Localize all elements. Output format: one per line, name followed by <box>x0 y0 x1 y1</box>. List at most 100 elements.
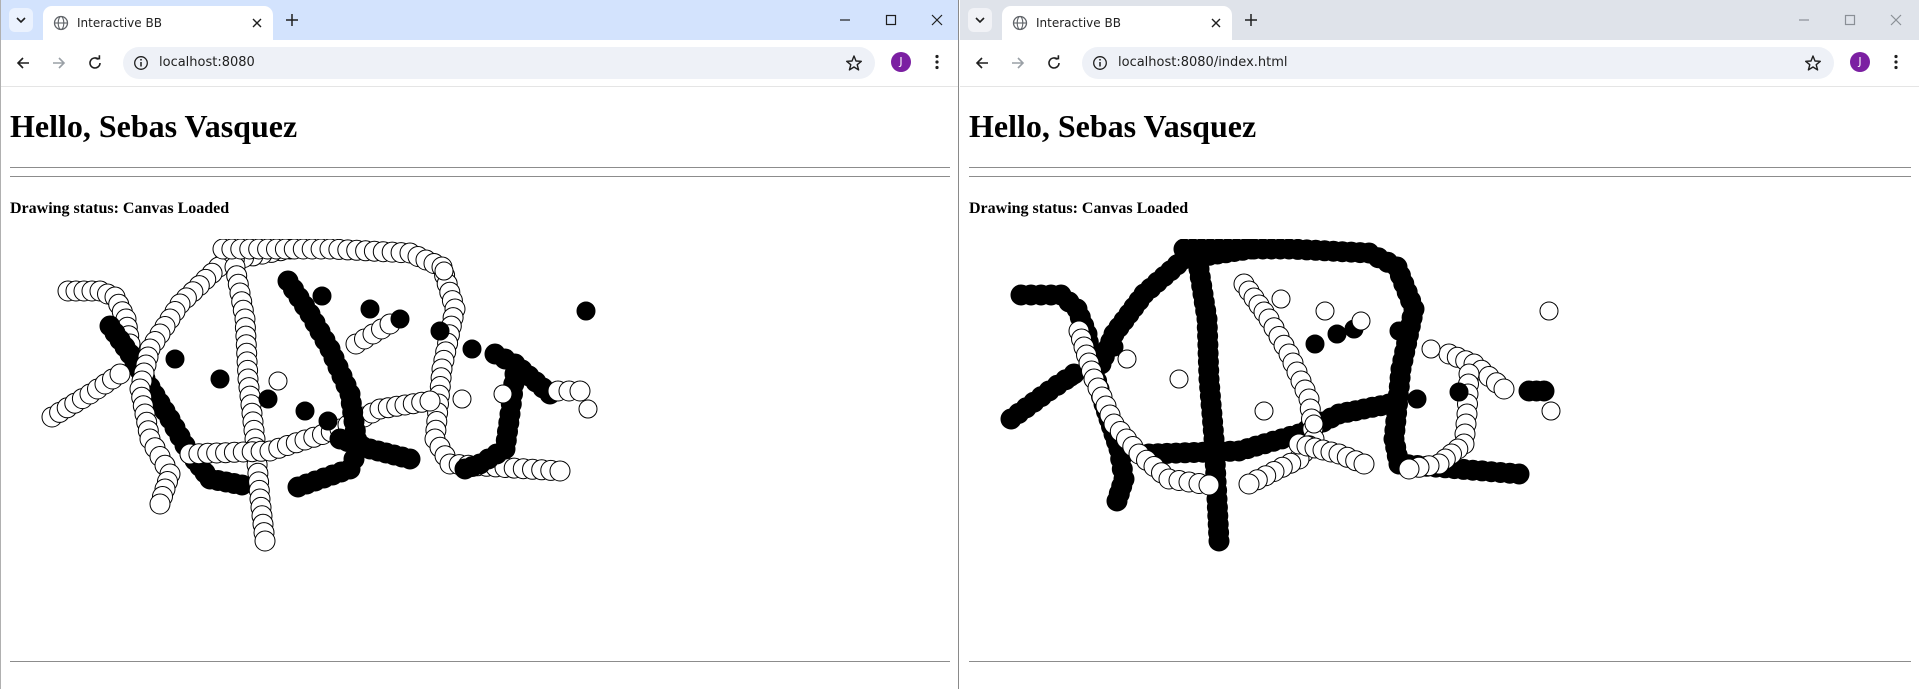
info-icon[interactable] <box>133 55 149 71</box>
drawing-status: Drawing status: Canvas Loaded <box>10 199 229 219</box>
avatar[interactable]: J <box>891 52 911 72</box>
arrow-left-icon[interactable] <box>13 53 33 73</box>
close-window-icon[interactable] <box>1886 10 1906 30</box>
brush-dot <box>268 371 288 391</box>
arrow-right-icon[interactable] <box>49 53 69 73</box>
status-label: Drawing status: <box>10 200 119 217</box>
reload-icon[interactable] <box>1044 53 1064 73</box>
brush-dot <box>165 349 185 369</box>
close-window-icon[interactable] <box>927 10 947 30</box>
status-value: Canvas Loaded <box>1081 200 1189 217</box>
brush-dot <box>1117 349 1137 369</box>
brush-dot <box>419 390 441 412</box>
divider <box>969 661 1911 662</box>
brush-dot <box>1351 311 1371 331</box>
brush-dot <box>1421 339 1441 359</box>
minimize-icon[interactable] <box>835 10 855 30</box>
minimize-icon[interactable] <box>1794 10 1814 30</box>
brush-dot <box>1378 393 1400 415</box>
title-bar: Interactive BB <box>1 0 958 40</box>
plus-icon[interactable] <box>283 11 301 29</box>
browser-toolbar: localhost:8080 <box>1 40 958 87</box>
brush-dot <box>1198 474 1220 496</box>
brush-dot <box>1508 463 1530 485</box>
close-icon[interactable] <box>249 15 265 31</box>
browser-toolbar: localhost:8080/index.html <box>960 40 1919 87</box>
brush-dot <box>1493 378 1515 400</box>
brush-dot <box>1169 369 1189 389</box>
brush-dot <box>434 261 454 281</box>
maximize-icon[interactable] <box>881 10 901 30</box>
close-icon[interactable] <box>1208 15 1224 31</box>
brush-dot <box>210 369 230 389</box>
brush-dot <box>1305 334 1325 354</box>
drawing-canvas[interactable] <box>969 239 1669 619</box>
browser-tab[interactable]: Interactive BB <box>1002 6 1232 40</box>
brush-dot <box>576 301 596 321</box>
brush-dot <box>493 384 513 404</box>
tab-title: Interactive BB <box>1036 16 1121 30</box>
brush-dot <box>318 411 338 431</box>
page-title: Hello, Sebas Vasquez <box>10 108 298 144</box>
page-content: Hello, Sebas Vasquez Drawing status: Can… <box>1 87 958 689</box>
brush-dot <box>1389 321 1409 341</box>
tab-search-button[interactable] <box>9 8 33 32</box>
kebab-icon[interactable] <box>928 53 946 71</box>
status-value: Canvas Loaded <box>122 200 230 217</box>
drawing-canvas[interactable] <box>10 239 710 619</box>
brush-dot <box>258 389 278 409</box>
plus-icon[interactable] <box>1242 11 1260 29</box>
address-bar[interactable]: localhost:8080 <box>123 47 875 79</box>
info-icon[interactable] <box>1092 55 1108 71</box>
brush-dot <box>1254 401 1274 421</box>
kebab-icon[interactable] <box>1887 53 1905 71</box>
brush-dot <box>295 401 315 421</box>
divider <box>10 167 950 168</box>
status-label: Drawing status: <box>969 200 1078 217</box>
address-bar[interactable]: localhost:8080/index.html <box>1082 47 1834 79</box>
globe-icon <box>53 15 69 31</box>
brush-dot <box>454 458 476 480</box>
brush-dot <box>430 321 450 341</box>
chevron-down-icon <box>16 17 26 24</box>
url-text: localhost:8080/index.html <box>1118 55 1288 70</box>
brush-dot <box>462 339 482 359</box>
tab-search-button[interactable] <box>968 8 992 32</box>
brush-dot <box>312 286 332 306</box>
brush-dot <box>254 530 276 552</box>
brush-dot <box>1398 458 1420 480</box>
maximize-icon[interactable] <box>1840 10 1860 30</box>
brush-dot <box>149 493 171 515</box>
avatar[interactable]: J <box>1850 52 1870 72</box>
star-icon[interactable] <box>1804 54 1822 72</box>
brush-dot <box>1106 490 1128 512</box>
divider <box>10 176 950 177</box>
page-title: Hello, Sebas Vasquez <box>969 108 1257 144</box>
brush-dot <box>390 309 410 329</box>
brush-dot <box>1315 301 1335 321</box>
brush-dot <box>569 380 591 402</box>
brush-dot <box>360 299 380 319</box>
browser-window-right: Interactive BB localhost:8080/index.html… <box>960 0 1919 689</box>
divider <box>10 661 950 662</box>
brush-dot <box>578 399 598 419</box>
brush-dot <box>1353 453 1375 475</box>
divider <box>969 176 1911 177</box>
brush-dot <box>1271 289 1291 309</box>
title-bar: Interactive BB <box>960 0 1919 40</box>
brush-dot <box>399 448 421 470</box>
arrow-right-icon[interactable] <box>1008 53 1028 73</box>
brush-dot <box>1541 401 1561 421</box>
brush-dot <box>1449 382 1469 402</box>
brush-dot <box>1238 473 1260 495</box>
browser-window-left: Interactive BB localhost:8080 J Hello, S… <box>0 0 959 689</box>
brush-dot <box>287 476 309 498</box>
brush-dot <box>109 363 131 385</box>
star-icon[interactable] <box>845 54 863 72</box>
browser-tab[interactable]: Interactive BB <box>43 6 273 40</box>
reload-icon[interactable] <box>85 53 105 73</box>
drawing-status: Drawing status: Canvas Loaded <box>969 199 1188 219</box>
brush-dot <box>1327 324 1347 344</box>
arrow-left-icon[interactable] <box>972 53 992 73</box>
url-text: localhost:8080 <box>159 55 255 70</box>
